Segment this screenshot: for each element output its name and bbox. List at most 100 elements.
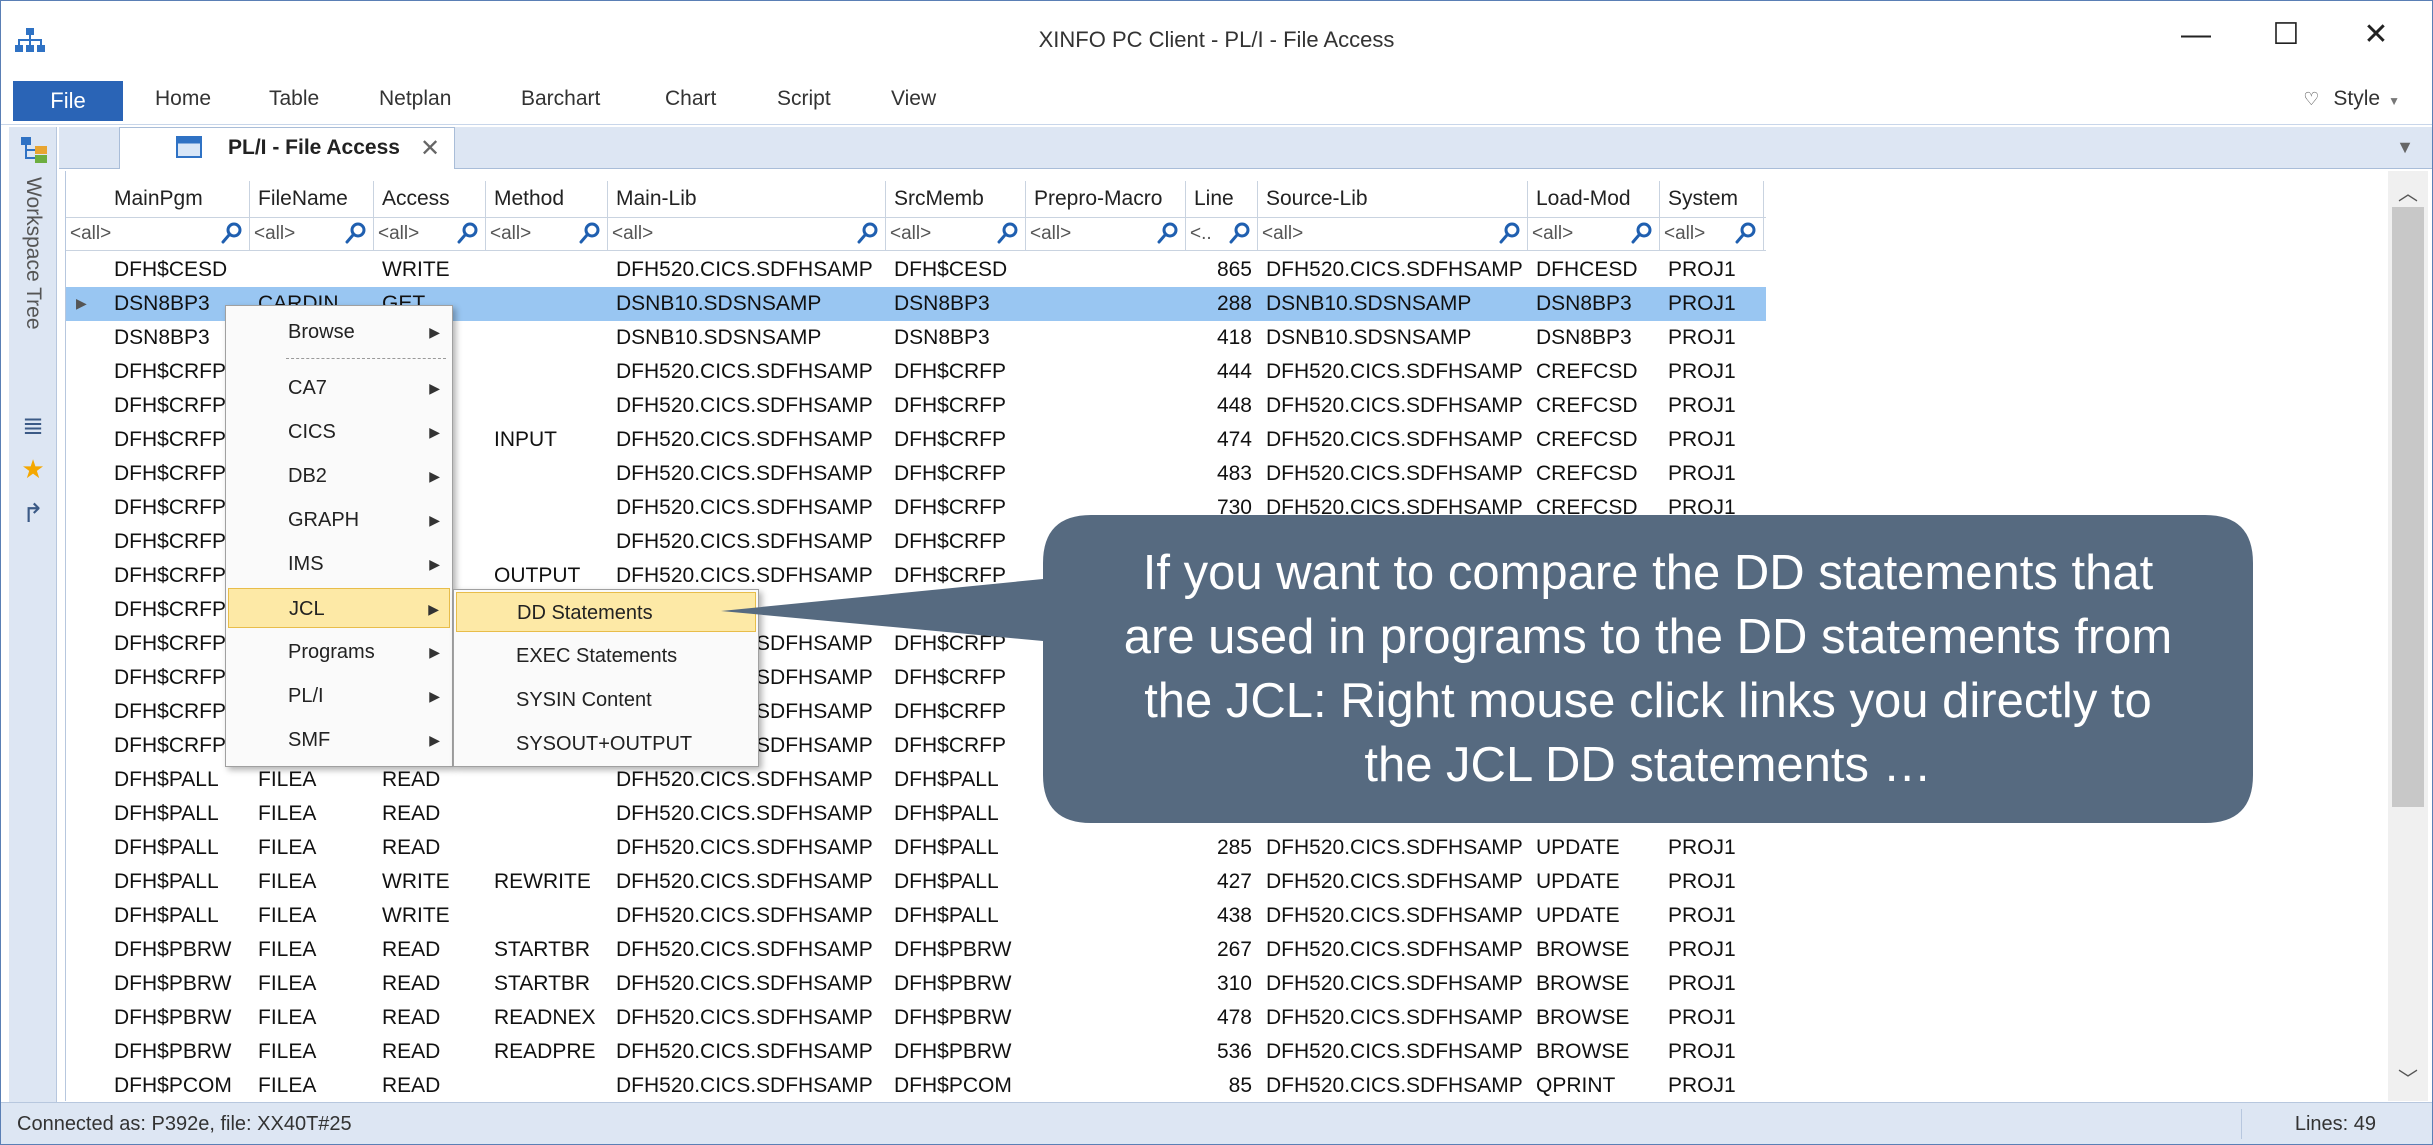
star-icon[interactable]: ★ (15, 451, 51, 487)
table-cell: DFH$CRFP (894, 666, 1007, 689)
search-icon[interactable] (1499, 222, 1521, 244)
table-row[interactable]: DFH$PALL FILEA READ DFH520.CICS.SDFHSAMP DFH… (66, 831, 1766, 865)
filter-value: <all> (1262, 223, 1304, 244)
tab-close-icon[interactable]: ✕ (420, 134, 440, 163)
submenu-item-exec-statements[interactable]: EXEC Statements (456, 636, 756, 676)
search-icon[interactable] (1229, 222, 1251, 244)
menu-item-browse[interactable]: Browse ▶ (228, 312, 450, 352)
menu-item-cics[interactable]: CICS ▶ (228, 412, 450, 452)
table-row[interactable]: DFH$PBRW FILEA READ READPRE DFH520.CICS.SDFH… (66, 1035, 1766, 1069)
column-header[interactable]: Method (486, 181, 608, 217)
filter-input[interactable]: <all> (1258, 218, 1528, 250)
column-header[interactable]: Main-Lib (608, 181, 886, 217)
search-icon[interactable] (997, 222, 1019, 244)
filter-value: <.. (1190, 223, 1212, 244)
search-icon[interactable] (579, 222, 601, 244)
filter-input[interactable]: <all> (1660, 218, 1764, 250)
style-button[interactable]: ♡ Style ▼ (2303, 87, 2400, 111)
table-cell: DFH$CRFP (894, 496, 1007, 519)
tab-list-dropdown-icon[interactable]: ▼ (2396, 137, 2414, 158)
search-icon[interactable] (1735, 222, 1757, 244)
table-row[interactable]: DFH$PALL FILEA READ DFH520.CICS.SDFHSAMP DFH… (66, 797, 1766, 831)
search-icon[interactable] (1157, 222, 1179, 244)
document-tab-bar: PL/I - File Access ✕ ▼ (59, 127, 2432, 169)
filter-input[interactable]: <all> (1528, 218, 1660, 250)
table-row[interactable]: DFH$CESD WRITE DFH520.CICS.SDFHSAMP DFH$CES… (66, 253, 1766, 287)
menu-item-ims[interactable]: IMS ▶ (228, 544, 450, 584)
column-header[interactable]: MainPgm (106, 181, 250, 217)
table-row[interactable]: DFH$PBRW FILEA READ STARTBR DFH520.CICS.SDFH… (66, 933, 1766, 967)
column-header[interactable]: FileName (250, 181, 374, 217)
menu-item-db2[interactable]: DB2 ▶ (228, 456, 450, 496)
file-tab[interactable]: File (13, 81, 123, 121)
column-header[interactable]: SrcMemb (886, 181, 1026, 217)
table-row[interactable]: DFH$PALL FILEA WRITE REWRITE DFH520.CICS.SDF… (66, 865, 1766, 899)
table-row[interactable]: DFH$PCOM FILEA READ DFH520.CICS.SDFHSAMP DFH… (66, 1069, 1766, 1101)
table-cell: 444 (1216, 360, 1252, 383)
menu-item-graph[interactable]: GRAPH ▶ (228, 500, 450, 540)
table-icon (176, 136, 202, 158)
workspace-tree-icon[interactable] (19, 135, 49, 165)
filter-input[interactable]: <all> (250, 218, 374, 250)
menu-item-smf[interactable]: SMF ▶ (228, 720, 450, 760)
table-row[interactable]: DFH$PALL FILEA WRITE DFH520.CICS.SDFHSAMP DF… (66, 899, 1766, 933)
table-row[interactable]: DFH$PBRW FILEA READ READNEX DFH520.CICS.SDFH… (66, 1001, 1766, 1035)
filter-input[interactable]: <all> (886, 218, 1026, 250)
tab-chart[interactable]: Chart (665, 87, 716, 111)
filter-input[interactable]: <all> (1026, 218, 1186, 250)
scrollbar-thumb[interactable] (2392, 207, 2424, 807)
table-cell: PROJ1 (1668, 1074, 1736, 1097)
tab-pli-file-access[interactable]: PL/I - File Access ✕ (119, 127, 455, 169)
menu-item-label: SMF (288, 729, 331, 751)
table-cell: DFH520.CICS.SDFHSAMP (1266, 394, 1523, 417)
column-header[interactable]: Prepro-Macro (1026, 181, 1186, 217)
filter-input[interactable]: <all> (486, 218, 608, 250)
vertical-scrollbar[interactable]: ︿ ﹀ (2388, 171, 2428, 1101)
column-header[interactable]: Source-Lib (1258, 181, 1528, 217)
arrow-forward-icon[interactable]: ↱ (15, 495, 51, 531)
tab-netplan[interactable]: Netplan (379, 87, 451, 111)
submenu-item-dd-statements[interactable]: DD Statements (456, 592, 756, 632)
filter-input[interactable]: <.. (1186, 218, 1258, 250)
search-icon[interactable] (1631, 222, 1653, 244)
table-cell: DFH$PALL (894, 768, 999, 791)
filter-input[interactable]: <all> (374, 218, 486, 250)
table-cell: DFH$CRFP (894, 564, 1007, 587)
column-header[interactable]: Load-Mod (1528, 181, 1660, 217)
menu-item-jcl[interactable]: JCL ▶ (228, 588, 450, 628)
menu-item-label: Programs (288, 641, 375, 663)
table-row[interactable]: DFH$PBRW FILEA READ STARTBR DFH520.CICS.SDFH… (66, 967, 1766, 1001)
column-header[interactable]: Access (374, 181, 486, 217)
tab-script[interactable]: Script (777, 87, 831, 111)
tab-home[interactable]: Home (155, 87, 211, 111)
table-cell: DFH520.CICS.SDFHSAMP (1266, 938, 1523, 961)
search-icon[interactable] (857, 222, 879, 244)
table-cell (486, 525, 608, 559)
tab-view[interactable]: View (891, 87, 936, 111)
filter-input[interactable]: <all> (608, 218, 886, 250)
tab-barchart[interactable]: Barchart (521, 87, 600, 111)
minimize-button[interactable]: — (2161, 15, 2231, 55)
table-cell: PROJ1 (1668, 1040, 1736, 1063)
maximize-button[interactable]: ☐ (2251, 15, 2321, 55)
close-button[interactable]: ✕ (2341, 15, 2411, 55)
column-header[interactable]: Line (1186, 181, 1258, 217)
table-cell: DFHCESD (1536, 258, 1638, 281)
scroll-up-icon[interactable]: ︿ (2398, 177, 2418, 206)
tab-table[interactable]: Table (269, 87, 319, 111)
submenu-item-sysout-output[interactable]: SYSOUT+OUTPUT (456, 724, 756, 764)
menu-item-pli[interactable]: PL/I ▶ (228, 676, 450, 716)
table-cell (486, 1069, 608, 1101)
table-cell: DFH520.CICS.SDFHSAMP (1266, 360, 1523, 383)
menu-item-programs[interactable]: Programs ▶ (228, 632, 450, 672)
scroll-down-icon[interactable]: ﹀ (2398, 1063, 2418, 1092)
filter-input[interactable]: <all> (66, 218, 250, 250)
menu-item-ca7[interactable]: CA7 ▶ (228, 368, 450, 408)
search-icon[interactable] (345, 222, 367, 244)
search-icon[interactable] (457, 222, 479, 244)
list-icon[interactable]: ≣ (15, 407, 51, 443)
column-header[interactable]: System (1660, 181, 1764, 217)
table-cell (1026, 321, 1186, 355)
submenu-item-sysin-content[interactable]: SYSIN Content (456, 680, 756, 720)
search-icon[interactable] (221, 222, 243, 244)
